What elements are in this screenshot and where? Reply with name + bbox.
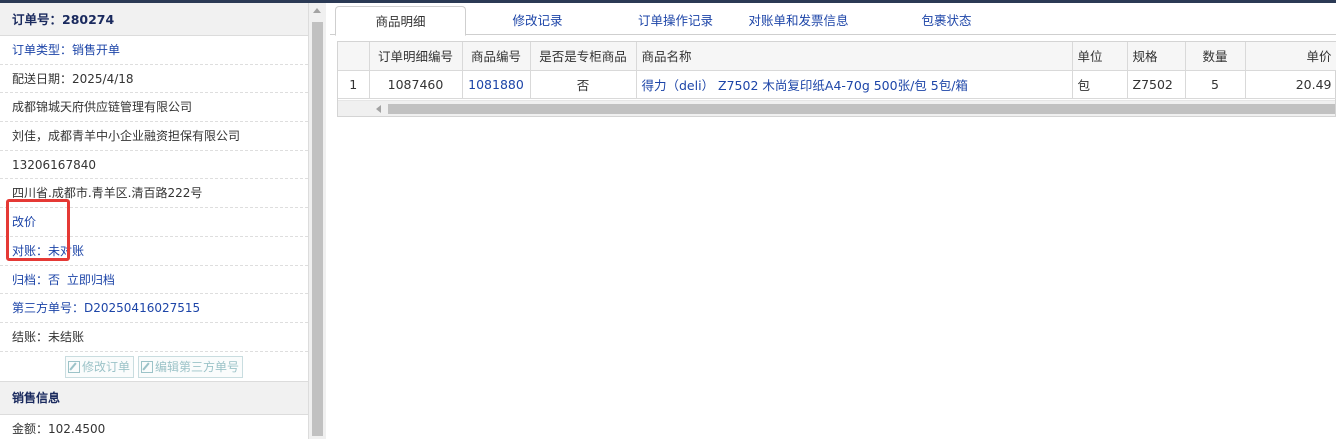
table-header-row: 订单明细编号 商品编号 是否是专柜商品 商品名称 单位 规格 数量 单价 — [338, 42, 1336, 71]
tab-package-status[interactable]: 包裹状态 — [886, 6, 1007, 36]
edit-icon — [141, 360, 153, 373]
tab-modification-log[interactable]: 修改记录 — [471, 6, 604, 36]
product-name-link[interactable]: 得力（deli） Z7502 木尚复印纸A4-70g 500张/包 5包/箱 — [636, 70, 1073, 99]
col-detail-id-header[interactable]: 订单明细编号 — [369, 42, 463, 71]
col-unit-header[interactable]: 单位 — [1072, 42, 1128, 71]
order-info-panel: 订单号：280274 订单类型：销售开单 配送日期：2025/4/18 成都锦城… — [0, 3, 309, 439]
edit-order-button[interactable]: 修改订单 — [64, 355, 134, 378]
row-index: 1 — [338, 70, 370, 99]
settle-label: 结账： — [12, 329, 49, 344]
detail-id-cell: 1087460 — [369, 70, 463, 99]
tab-product-details[interactable]: 商品明细 — [335, 6, 466, 36]
archive-value: 否 — [48, 272, 61, 287]
horizontal-scrollbar-thumb[interactable] — [388, 104, 1335, 114]
unit-cell: 包 — [1072, 70, 1128, 99]
delivery-date-row: 配送日期：2025/4/18 — [0, 65, 308, 94]
left-panel-scrollbar[interactable] — [309, 3, 326, 439]
qty-cell: 5 — [1185, 70, 1246, 99]
third-party-label: 第三方单号： — [12, 301, 85, 316]
scrollbar-thumb[interactable] — [312, 22, 323, 436]
edit-third-party-button[interactable]: 编辑第三方单号 — [138, 355, 244, 378]
order-number-header: 订单号：280274 — [0, 3, 308, 36]
order-type-row: 订单类型：销售开单 — [0, 36, 308, 65]
order-type-label: 订单类型： — [12, 43, 73, 57]
order-detail-area: 商品明细 修改记录 订单操作记录 对账单和发票信息 包裹状态 订单明细编号 商品… — [330, 3, 1336, 439]
spec-cell: Z7502 — [1127, 70, 1186, 99]
settle-row: 结账：未结账 — [0, 323, 308, 352]
action-button-row: 修改订单 编辑第三方单号 — [0, 352, 308, 382]
col-index-header — [338, 42, 370, 71]
col-spec-header[interactable]: 规格 — [1127, 42, 1186, 71]
detail-tabs: 商品明细 修改记录 订单操作记录 对账单和发票信息 包裹状态 — [330, 3, 1336, 36]
sales-info-section-header: 销售信息 — [0, 381, 308, 415]
settle-value: 未结账 — [48, 329, 85, 344]
table-horizontal-scrollbar[interactable] — [338, 100, 1335, 116]
table-row[interactable]: 1 1087460 1081880 否 得力（deli） Z7502 木尚复印纸… — [338, 70, 1336, 99]
col-counter-header[interactable]: 是否是专柜商品 — [530, 42, 637, 71]
is-counter-cell: 否 — [530, 70, 637, 99]
col-name-header[interactable]: 商品名称 — [636, 42, 1073, 71]
scroll-left-arrow-icon[interactable] — [376, 105, 381, 113]
product-detail-grid: 订单明细编号 商品编号 是否是专柜商品 商品名称 单位 规格 数量 单价 1 1… — [337, 41, 1336, 117]
col-qty-header[interactable]: 数量 — [1185, 42, 1246, 71]
edit-icon — [67, 360, 80, 373]
archive-now-link[interactable]: 立即归档 — [67, 273, 115, 287]
phone-row: 13206167840 — [0, 151, 308, 180]
highlight-box — [6, 199, 70, 261]
edit-third-party-label: 编辑第三方单号 — [155, 359, 240, 374]
amount-row: 金额：102.4500 — [0, 415, 308, 439]
contact-row: 刘佳，成都青羊中小企业融资担保有限公司 — [0, 122, 308, 151]
edit-order-label: 修改订单 — [81, 359, 130, 374]
order-type-value: 销售开单 — [72, 43, 121, 57]
col-product-id-header[interactable]: 商品编号 — [462, 42, 531, 71]
scroll-up-arrow-icon[interactable] — [313, 8, 321, 13]
tab-order-operation-log[interactable]: 订单操作记录 — [609, 6, 742, 36]
third-party-value: D20250416027515 — [84, 301, 201, 316]
archive-row: 归档：否 立即归档 — [0, 266, 308, 295]
product-table: 订单明细编号 商品编号 是否是专柜商品 商品名称 单位 规格 数量 单价 1 1… — [338, 42, 1336, 99]
company-row: 成都锦城天府供应链管理有限公司 — [0, 93, 308, 123]
col-price-header[interactable]: 单价 — [1245, 42, 1336, 71]
third-party-row: 第三方单号：D20250416027515 — [0, 294, 308, 323]
price-cell: 20.49 — [1245, 70, 1336, 99]
product-id-link[interactable]: 1081880 — [462, 70, 531, 99]
archive-label: 归档： — [12, 272, 49, 287]
tab-statement-invoice[interactable]: 对账单和发票信息 — [732, 6, 865, 36]
